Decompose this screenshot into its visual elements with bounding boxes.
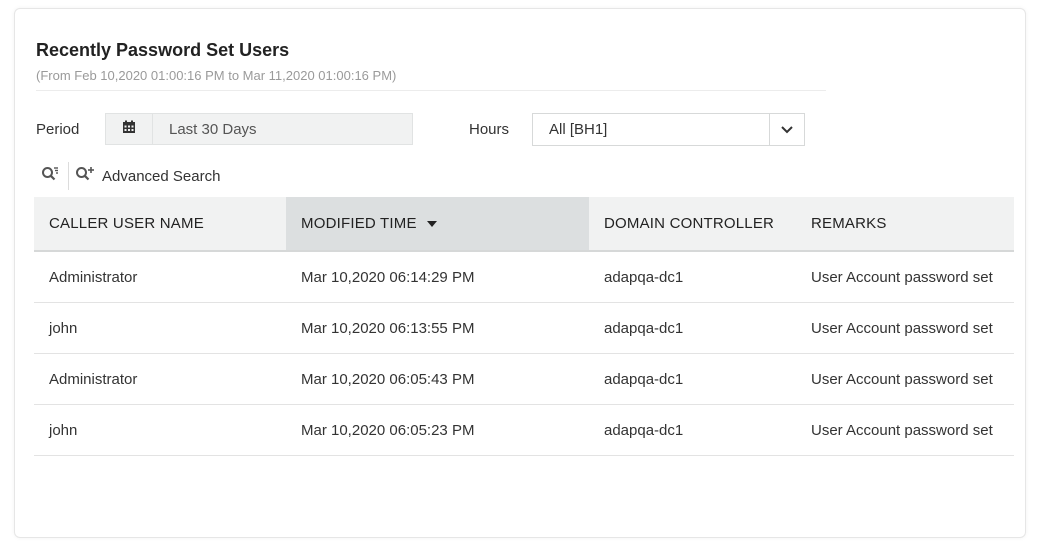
table-row[interactable]: john Mar 10,2020 06:05:23 PM adapqa-dc1 … xyxy=(34,404,1014,456)
cell-remarks: User Account password set xyxy=(796,302,1014,354)
column-header-label: DOMAIN CONTROLLER xyxy=(604,215,775,232)
cell-domain-controller: adapqa-dc1 xyxy=(589,353,796,405)
cell-caller-user-name: Administrator xyxy=(34,353,286,405)
cell-modified-time: Mar 10,2020 06:05:43 PM xyxy=(286,353,589,405)
table-row[interactable]: john Mar 10,2020 06:13:55 PM adapqa-dc1 … xyxy=(34,302,1014,354)
cell-modified-time: Mar 10,2020 06:05:23 PM xyxy=(286,404,589,456)
advanced-search-label: Advanced Search xyxy=(102,167,221,185)
column-header-modified-time[interactable]: MODIFIED TIME xyxy=(286,197,589,252)
calendar-button[interactable] xyxy=(106,114,153,144)
title-divider xyxy=(36,90,826,91)
hours-value: All [BH1] xyxy=(549,121,608,138)
report-date-range: (From Feb 10,2020 01:00:16 PM to Mar 11,… xyxy=(36,68,397,83)
table-row[interactable]: Administrator Mar 10,2020 06:14:29 PM ad… xyxy=(34,251,1014,303)
cell-caller-user-name: john xyxy=(34,404,286,456)
search-plus-icon xyxy=(75,166,102,186)
search-toolbar: Advanced Search xyxy=(36,162,220,190)
period-label: Period xyxy=(36,121,80,138)
sort-descending-icon xyxy=(426,221,437,228)
results-table: CALLER USER NAME MODIFIED TIME DOMAIN CO… xyxy=(34,197,1014,456)
period-selector[interactable]: Last 30 Days xyxy=(105,113,413,145)
toolbar-separator xyxy=(68,162,69,190)
column-header-domain-controller[interactable]: DOMAIN CONTROLLER xyxy=(589,197,796,252)
quick-search-button[interactable] xyxy=(36,162,64,190)
chevron-down-icon[interactable] xyxy=(769,114,804,145)
cell-remarks: User Account password set xyxy=(796,251,1014,303)
column-header-remarks[interactable]: REMARKS xyxy=(796,197,1014,252)
report-title: Recently Password Set Users xyxy=(36,40,290,60)
period-value: Last 30 Days xyxy=(169,120,257,138)
advanced-search-button[interactable]: Advanced Search xyxy=(75,166,220,186)
cell-remarks: User Account password set xyxy=(796,404,1014,456)
column-header-label: MODIFIED TIME xyxy=(301,215,417,232)
column-header-label: CALLER USER NAME xyxy=(49,215,204,232)
column-header-caller-user-name[interactable]: CALLER USER NAME xyxy=(34,197,286,252)
calendar-icon xyxy=(122,120,136,139)
cell-domain-controller: adapqa-dc1 xyxy=(589,404,796,456)
table-header-row: CALLER USER NAME MODIFIED TIME DOMAIN CO… xyxy=(34,197,1014,252)
cell-domain-controller: adapqa-dc1 xyxy=(589,302,796,354)
cell-domain-controller: adapqa-dc1 xyxy=(589,251,796,303)
cell-caller-user-name: john xyxy=(34,302,286,354)
search-filter-icon xyxy=(41,166,59,187)
table-row[interactable]: Administrator Mar 10,2020 06:05:43 PM ad… xyxy=(34,353,1014,405)
cell-caller-user-name: Administrator xyxy=(34,251,286,303)
hours-label: Hours xyxy=(469,121,510,138)
column-header-label: REMARKS xyxy=(811,215,887,232)
hours-dropdown[interactable]: All [BH1] xyxy=(532,113,805,146)
report-panel: Recently Password Set Users (From Feb 10… xyxy=(14,8,1026,538)
cell-modified-time: Mar 10,2020 06:14:29 PM xyxy=(286,251,589,303)
cell-remarks: User Account password set xyxy=(796,353,1014,405)
cell-modified-time: Mar 10,2020 06:13:55 PM xyxy=(286,302,589,354)
